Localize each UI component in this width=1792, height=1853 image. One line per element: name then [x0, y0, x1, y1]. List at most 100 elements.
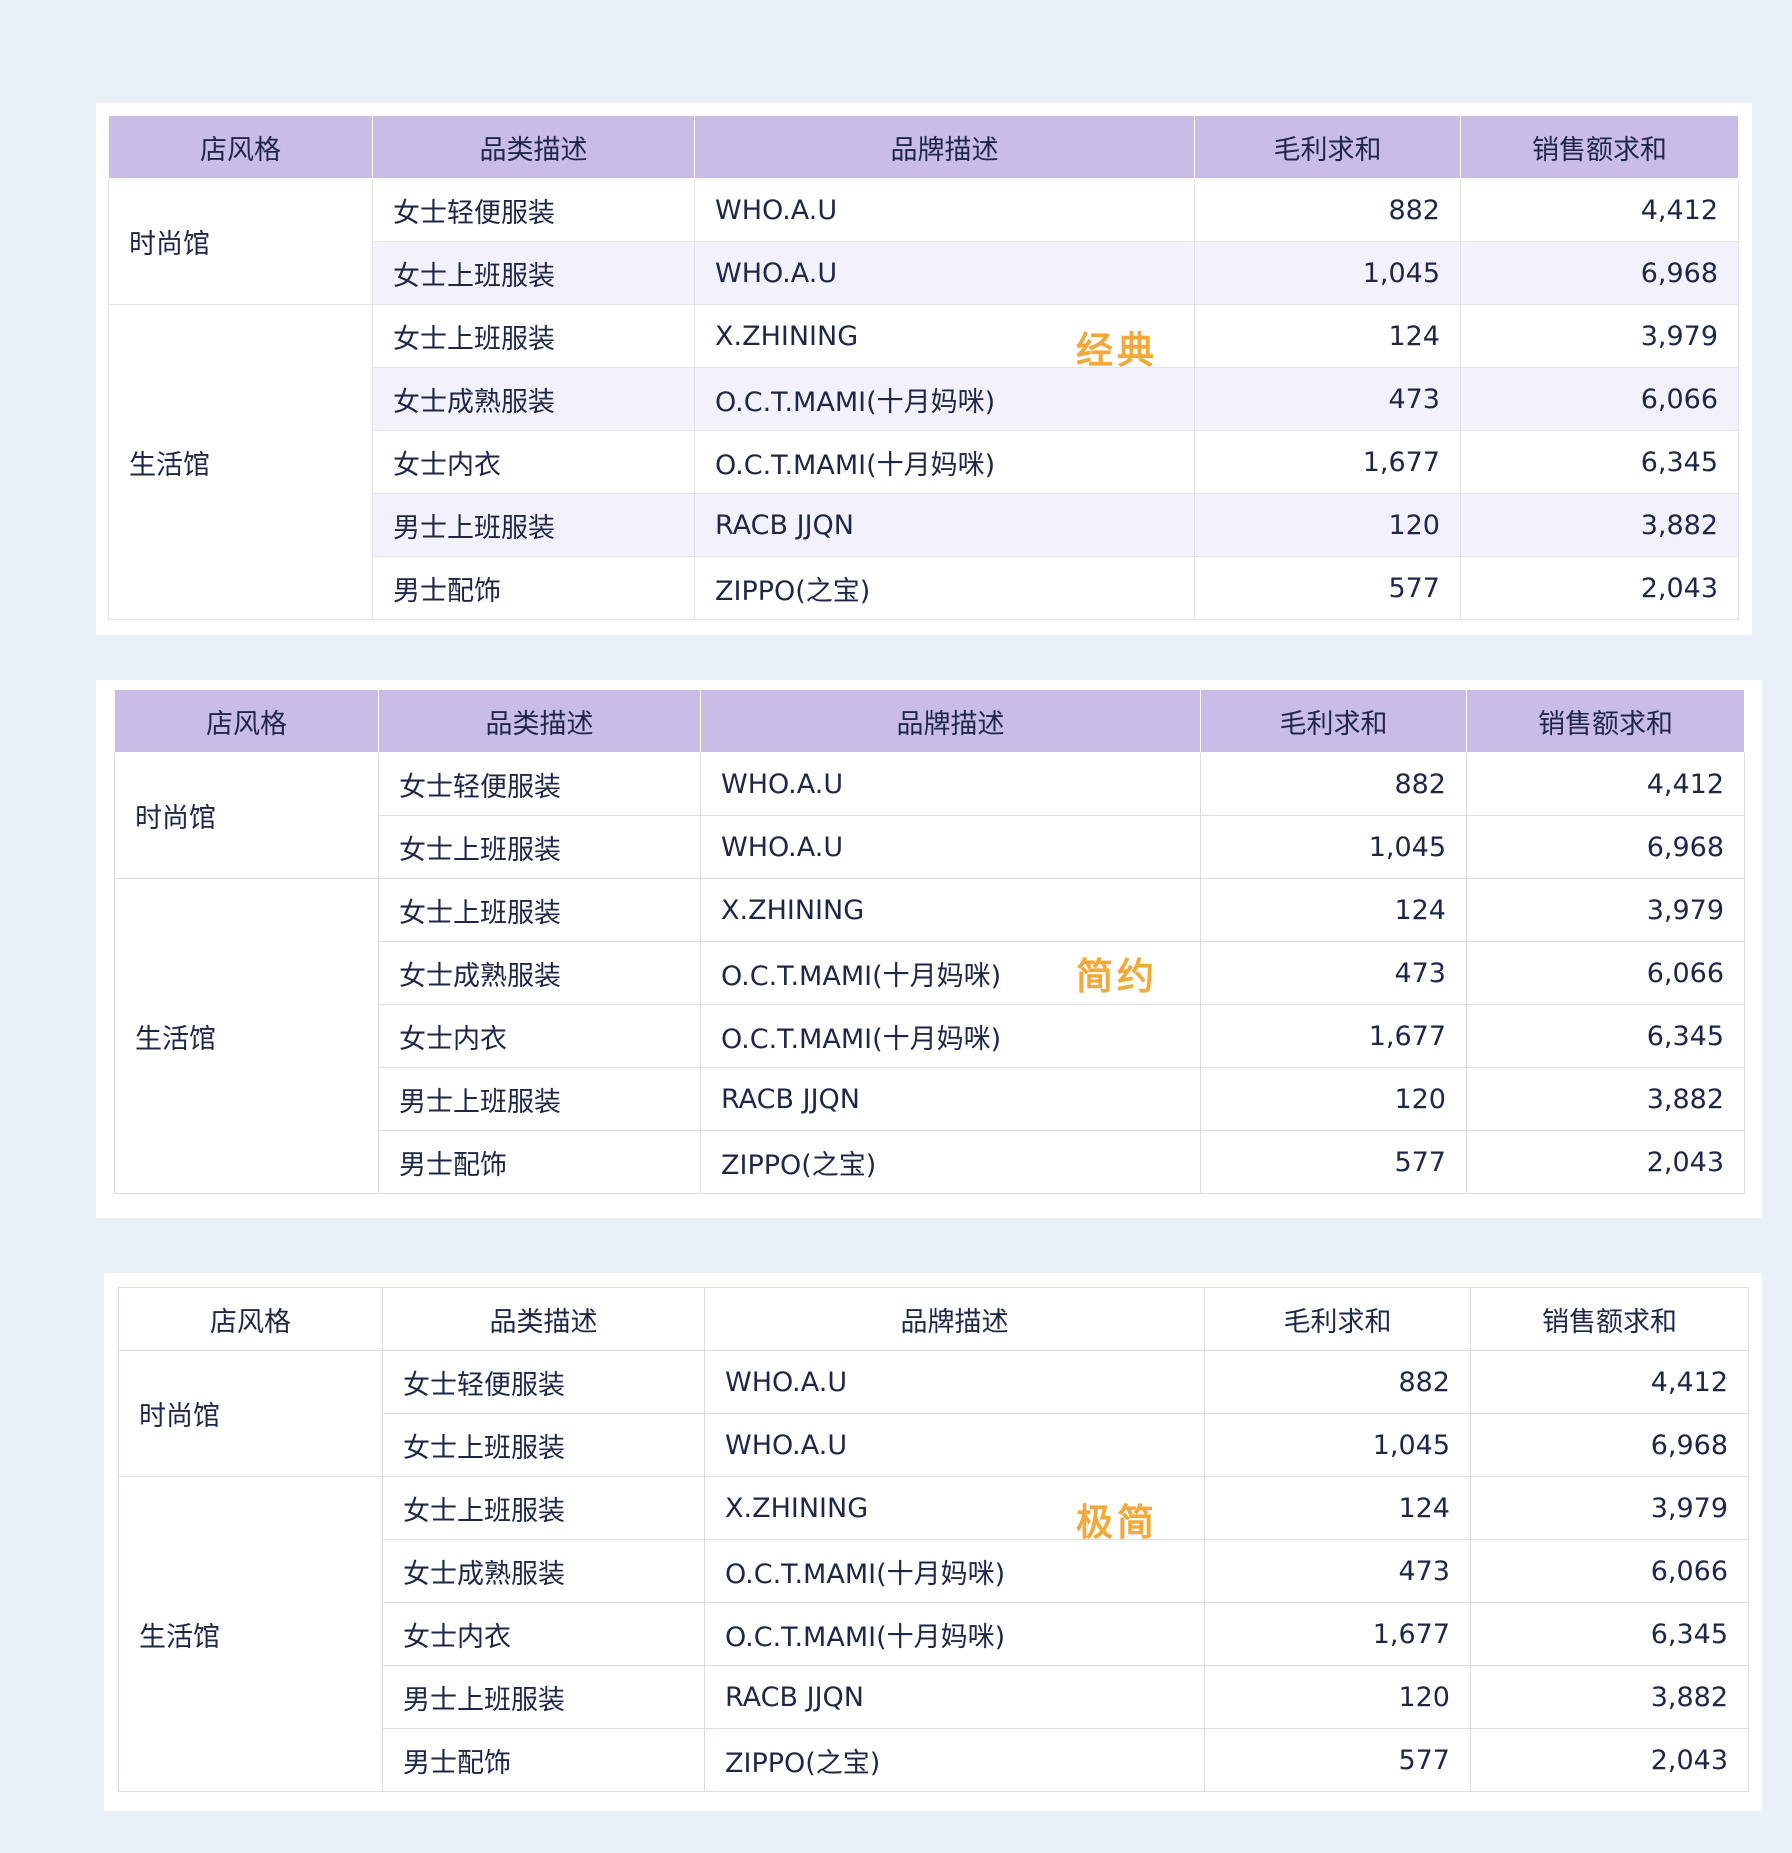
- theme-label-classic: 经典: [1076, 329, 1158, 372]
- brand-cell: O.C.T.MAMI(十月妈咪): [704, 1539, 1205, 1603]
- gross-profit-cell: 120: [1200, 1067, 1467, 1131]
- table-panel-minimal: 店风格 品类描述 品牌描述 毛利求和 销售额求和 时尚馆 女士轻便服装 WHO.A.U 882 4…: [104, 1273, 1762, 1811]
- store-style-cell: 生活馆: [118, 1476, 383, 1792]
- brand-cell: WHO.A.U: [694, 241, 1195, 305]
- theme-label-minimal: 极简: [1076, 1501, 1158, 1544]
- header-sales[interactable]: 销售额求和: [1466, 689, 1745, 753]
- category-cell: 女士上班服装: [372, 304, 695, 368]
- gross-profit-cell: 124: [1204, 1476, 1471, 1540]
- brand-cell: O.C.T.MAMI(十月妈咪): [700, 1004, 1201, 1068]
- store-style-cell: 时尚馆: [114, 752, 379, 879]
- sales-cell: 3,882: [1470, 1665, 1749, 1729]
- category-cell: 男士配饰: [382, 1728, 705, 1792]
- gross-profit-cell: 473: [1194, 367, 1461, 431]
- sales-cell: 6,968: [1470, 1413, 1749, 1477]
- store-style-cell: 时尚馆: [108, 178, 373, 305]
- brand-cell: O.C.T.MAMI(十月妈咪): [694, 430, 1195, 494]
- brand-cell: ZIPPO(之宝): [700, 1130, 1201, 1194]
- category-cell: 女士成熟服装: [372, 367, 695, 431]
- table-row: 时尚馆 女士轻便服装 WHO.A.U 882 4,412: [118, 1350, 1749, 1477]
- brand-cell: O.C.T.MAMI(十月妈咪): [704, 1602, 1205, 1666]
- brand-cell: RACB JJQN: [694, 493, 1195, 557]
- category-cell: 女士上班服装: [382, 1413, 705, 1477]
- header-store-style[interactable]: 店风格: [108, 115, 373, 179]
- brand-cell: ZIPPO(之宝): [704, 1728, 1205, 1792]
- category-cell: 男士配饰: [378, 1130, 701, 1194]
- brand-cell: ZIPPO(之宝): [694, 556, 1195, 620]
- gross-profit-cell: 1,677: [1200, 1004, 1467, 1068]
- store-style-cell: 生活馆: [108, 304, 373, 620]
- category-cell: 女士内衣: [372, 430, 695, 494]
- sales-cell: 2,043: [1460, 556, 1739, 620]
- header-gross-profit[interactable]: 毛利求和: [1194, 115, 1461, 179]
- gross-profit-cell: 882: [1204, 1350, 1471, 1414]
- brand-cell: RACB JJQN: [704, 1665, 1205, 1729]
- sales-cell: 3,882: [1466, 1067, 1745, 1131]
- header-sales[interactable]: 销售额求和: [1460, 115, 1739, 179]
- sales-cell: 6,066: [1466, 941, 1745, 1005]
- category-cell: 女士上班服装: [372, 241, 695, 305]
- header-category[interactable]: 品类描述: [372, 115, 695, 179]
- category-cell: 女士上班服装: [378, 878, 701, 942]
- brand-cell: WHO.A.U: [704, 1350, 1205, 1414]
- sales-cell: 3,979: [1470, 1476, 1749, 1540]
- sales-cell: 2,043: [1470, 1728, 1749, 1792]
- brand-cell: X.ZHINING: [700, 878, 1201, 942]
- sales-cell: 6,968: [1466, 815, 1745, 879]
- sales-cell: 4,412: [1460, 178, 1739, 242]
- category-cell: 男士上班服装: [378, 1067, 701, 1131]
- header-category[interactable]: 品类描述: [378, 689, 701, 753]
- gross-profit-cell: 1,045: [1194, 241, 1461, 305]
- sales-cell: 3,979: [1460, 304, 1739, 368]
- header-row: 店风格 品类描述 品牌描述 毛利求和 销售额求和: [118, 1287, 1749, 1351]
- gross-profit-cell: 124: [1194, 304, 1461, 368]
- table-row: 时尚馆 女士轻便服装 WHO.A.U 882 4,412: [114, 752, 1745, 879]
- gross-profit-cell: 120: [1204, 1665, 1471, 1729]
- data-table-simple: 店风格 品类描述 品牌描述 毛利求和 销售额求和 时尚馆 女士轻便服装 WHO.A.U 882 4…: [114, 689, 1745, 1194]
- header-gross-profit[interactable]: 毛利求和: [1200, 689, 1467, 753]
- sales-cell: 6,066: [1460, 367, 1739, 431]
- table-row: 生活馆 女士上班服装 X.ZHINING 124 3,979: [108, 304, 1739, 620]
- gross-profit-cell: 473: [1204, 1539, 1471, 1603]
- gross-profit-cell: 124: [1200, 878, 1467, 942]
- gross-profit-cell: 473: [1200, 941, 1467, 1005]
- category-cell: 男士上班服装: [372, 493, 695, 557]
- gross-profit-cell: 1,045: [1204, 1413, 1471, 1477]
- gross-profit-cell: 1,677: [1194, 430, 1461, 494]
- brand-cell: WHO.A.U: [704, 1413, 1205, 1477]
- brand-cell: WHO.A.U: [700, 815, 1201, 879]
- data-table-classic: 店风格 品类描述 品牌描述 毛利求和 销售额求和 时尚馆 女士轻便服装 WHO.A.U 882 4…: [108, 115, 1739, 620]
- sales-cell: 6,066: [1470, 1539, 1749, 1603]
- category-cell: 男士上班服装: [382, 1665, 705, 1729]
- gross-profit-cell: 882: [1194, 178, 1461, 242]
- sales-cell: 3,979: [1466, 878, 1745, 942]
- sales-cell: 4,412: [1470, 1350, 1749, 1414]
- gross-profit-cell: 577: [1200, 1130, 1467, 1194]
- header-brand[interactable]: 品牌描述: [700, 689, 1201, 753]
- sales-cell: 6,345: [1470, 1602, 1749, 1666]
- table-panel-simple: 店风格 品类描述 品牌描述 毛利求和 销售额求和 时尚馆 女士轻便服装 WHO.A.U 882 4…: [96, 680, 1762, 1218]
- category-cell: 女士轻便服装: [372, 178, 695, 242]
- sales-cell: 6,345: [1460, 430, 1739, 494]
- category-cell: 女士轻便服装: [382, 1350, 705, 1414]
- header-category[interactable]: 品类描述: [382, 1287, 705, 1351]
- header-row: 店风格 品类描述 品牌描述 毛利求和 销售额求和: [108, 115, 1739, 179]
- sales-cell: 3,882: [1460, 493, 1739, 557]
- category-cell: 女士上班服装: [382, 1476, 705, 1540]
- gross-profit-cell: 1,677: [1204, 1602, 1471, 1666]
- header-gross-profit[interactable]: 毛利求和: [1204, 1287, 1471, 1351]
- header-store-style[interactable]: 店风格: [114, 689, 379, 753]
- header-brand[interactable]: 品牌描述: [694, 115, 1195, 179]
- header-brand[interactable]: 品牌描述: [704, 1287, 1205, 1351]
- category-cell: 女士内衣: [378, 1004, 701, 1068]
- header-store-style[interactable]: 店风格: [118, 1287, 383, 1351]
- brand-cell: RACB JJQN: [700, 1067, 1201, 1131]
- category-cell: 女士成熟服装: [382, 1539, 705, 1603]
- table-row: 生活馆 女士上班服装 X.ZHINING 124 3,979: [114, 878, 1745, 1194]
- sales-cell: 4,412: [1466, 752, 1745, 816]
- gross-profit-cell: 577: [1194, 556, 1461, 620]
- category-cell: 男士配饰: [372, 556, 695, 620]
- header-sales[interactable]: 销售额求和: [1470, 1287, 1749, 1351]
- data-table-minimal: 店风格 品类描述 品牌描述 毛利求和 销售额求和 时尚馆 女士轻便服装 WHO.A.U 882 4…: [118, 1287, 1749, 1792]
- gross-profit-cell: 1,045: [1200, 815, 1467, 879]
